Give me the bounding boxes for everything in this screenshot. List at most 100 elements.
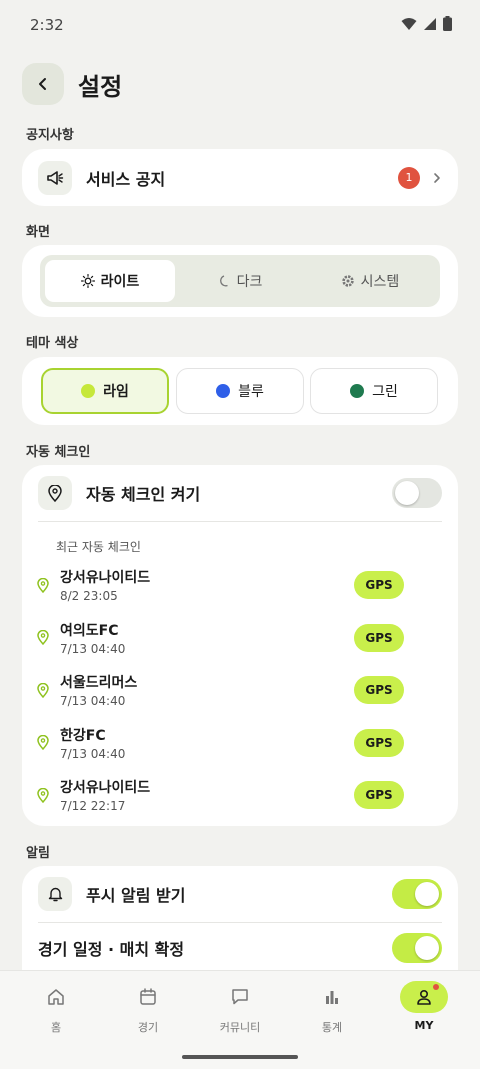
push-alert-label: 푸시 알림 받기 <box>86 886 186 905</box>
checkin-date: 7/13 04:40 <box>60 746 126 761</box>
push-alert-toggle[interactable] <box>392 879 442 909</box>
checkin-team-name: 강서유나이티드 <box>60 570 151 586</box>
lime-color-dot <box>81 384 96 398</box>
section-display: 화면 <box>26 225 50 240</box>
checkin-team-name: 서울드리머스 <box>60 675 138 691</box>
sun-icon <box>80 274 95 288</box>
theme-option-green[interactable]: 그린 <box>310 368 438 414</box>
checkin-item[interactable]: 서울드리머스 7/13 04:40 GPS <box>34 668 404 712</box>
toggle-knob <box>415 882 439 906</box>
status-icons <box>401 16 452 31</box>
moon-icon <box>219 274 228 286</box>
theme-option-lime[interactable]: 라임 <box>41 368 169 414</box>
gps-badge: GPS <box>354 781 404 809</box>
nav-my-icon-wrap <box>400 981 448 1013</box>
location-pin-icon <box>37 577 49 593</box>
nav-match-label: 경기 <box>137 1021 159 1034</box>
display-option-dark-label: 다크 <box>236 274 263 290</box>
gps-badge: GPS <box>354 571 404 599</box>
nav-stats-icon-wrap <box>308 981 356 1013</box>
match-alert-toggle[interactable] <box>392 933 442 963</box>
green-color-dot <box>350 384 365 398</box>
display-option-system-label: 시스템 <box>360 274 400 290</box>
person-icon <box>417 989 431 1005</box>
display-option-dark[interactable]: 다크 <box>175 260 305 302</box>
checkin-info: 여의도FC 7/13 04:40 <box>60 620 354 656</box>
display-mode-segmented: 라이트 다크 시스템 <box>40 255 440 307</box>
gps-badge: GPS <box>354 728 404 757</box>
checkin-date: 7/13 04:40 <box>60 641 126 656</box>
nav-stats[interactable]: 통계 <box>284 981 380 1035</box>
checkin-pin-icon-wrap <box>34 682 52 698</box>
checkin-date: 7/13 04:40 <box>60 694 126 708</box>
checkin-date: 8/2 23:05 <box>60 589 118 603</box>
wifi-icon <box>401 17 417 30</box>
location-pin-icon <box>37 735 49 750</box>
match-alert-row: 경기 일정 · 매치 확정 <box>22 923 458 973</box>
chat-icon <box>232 989 248 1005</box>
notices-card: 서비스 공지 1 <box>22 149 458 206</box>
nav-match[interactable]: 경기 <box>100 981 196 1035</box>
checkin-item[interactable]: 강서유나이티드 8/2 23:05 GPS <box>34 563 404 607</box>
bell-icon <box>48 887 62 902</box>
section-alerts: 알림 <box>26 846 50 861</box>
nav-home[interactable]: 홈 <box>8 981 104 1035</box>
battery-icon <box>443 16 452 31</box>
checkin-item[interactable]: 강서유나이티드 7/12 22:17 GPS <box>34 773 404 817</box>
status-bar: 2:32 <box>0 0 480 52</box>
checkin-pin-icon-wrap <box>34 735 52 750</box>
checkin-info: 서울드리머스 7/13 04:40 <box>60 672 354 708</box>
display-card: 라이트 다크 시스템 <box>22 245 458 317</box>
recent-checkin-title: 최근 자동 체크인 <box>56 540 141 554</box>
theme-card: 라임 블루 그린 <box>22 357 458 425</box>
service-notice-label: 서비스 공지 <box>86 169 166 189</box>
theme-option-lime-label: 라임 <box>103 384 129 400</box>
theme-option-blue-label: 블루 <box>238 384 264 400</box>
page-header: 설정 <box>22 62 122 106</box>
auto-checkin-toggle[interactable] <box>392 478 442 508</box>
back-button[interactable] <box>22 63 64 105</box>
checkin-item[interactable]: 여의도FC 7/13 04:40 GPS <box>34 616 404 660</box>
megaphone-icon <box>47 170 64 185</box>
display-option-light[interactable]: 라이트 <box>45 260 175 302</box>
gps-badge: GPS <box>354 623 404 652</box>
checkin-item[interactable]: 한강FC 7/13 04:40 GPS <box>34 721 404 765</box>
checkin-team-name: 한강FC <box>60 727 106 744</box>
nav-community[interactable]: 커뮤니티 <box>192 981 288 1035</box>
section-auto-checkin: 자동 체크인 <box>26 445 91 460</box>
blue-color-dot <box>216 384 231 398</box>
display-option-light-label: 라이트 <box>100 274 140 290</box>
chevron-left-icon <box>39 78 46 90</box>
home-indicator[interactable] <box>182 1055 298 1059</box>
display-option-system[interactable]: 시스템 <box>305 260 435 302</box>
location-pin-icon <box>37 787 49 803</box>
checkin-team-name: 여의도FC <box>60 622 119 639</box>
signal-icon <box>424 17 436 30</box>
checkin-info: 강서유나이티드 7/12 22:17 <box>60 777 354 813</box>
checkin-pin-icon-wrap <box>34 630 52 645</box>
nav-home-label: 홈 <box>50 1021 62 1034</box>
notice-count-badge: 1 <box>398 166 420 189</box>
auto-checkin-row: 자동 체크인 켜기 <box>22 465 458 521</box>
gps-badge: GPS <box>354 676 404 704</box>
home-icon <box>48 989 64 1005</box>
theme-option-green-label: 그린 <box>372 384 398 400</box>
bar-chart-icon <box>326 991 338 1004</box>
nav-home-icon-wrap <box>32 981 80 1013</box>
checkin-pin-icon-wrap <box>34 787 52 803</box>
push-alert-row: 푸시 알림 받기 <box>22 866 458 922</box>
section-notices: 공지사항 <box>26 128 74 143</box>
checkin-info: 강서유나이티드 8/2 23:05 <box>60 567 354 603</box>
notification-dot <box>433 984 439 990</box>
nav-my[interactable]: MY <box>376 981 472 1032</box>
megaphone-icon-box <box>38 160 72 195</box>
section-theme: 테마 색상 <box>26 336 79 351</box>
nav-stats-label: 통계 <box>321 1021 343 1034</box>
service-notice-row[interactable]: 서비스 공지 1 <box>22 149 458 206</box>
location-pin-icon <box>37 630 49 645</box>
gear-icon <box>341 275 354 287</box>
bottom-navigation: 홈 경기 커뮤니티 통계 MY <box>0 970 480 1069</box>
chevron-right-icon <box>434 172 440 183</box>
checkin-pin-icon-wrap <box>34 577 52 593</box>
theme-option-blue[interactable]: 블루 <box>176 368 304 414</box>
